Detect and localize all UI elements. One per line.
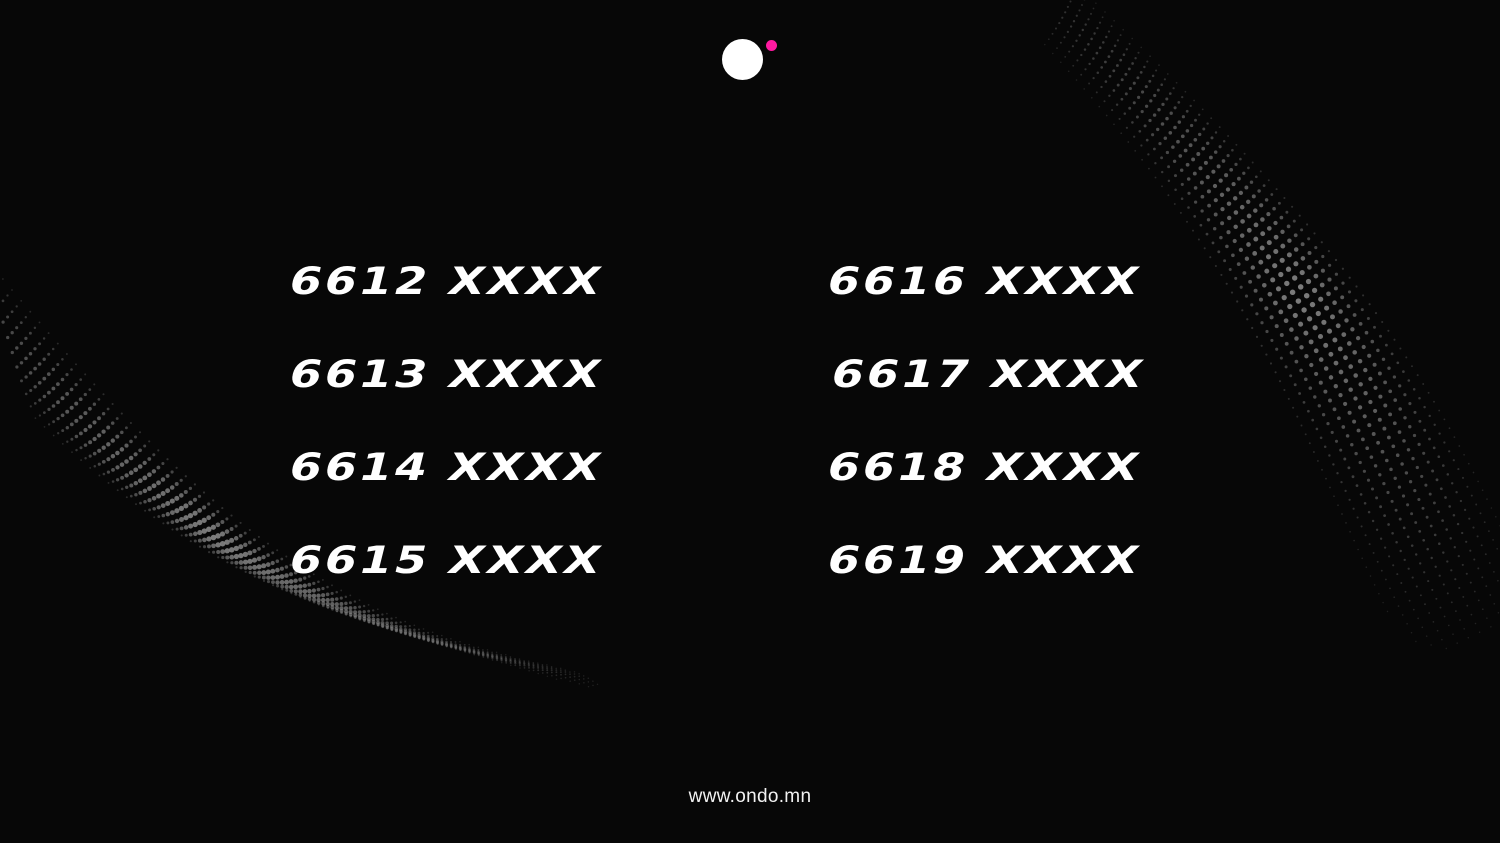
phone-number-6618: 6618 XXXX — [822, 444, 1147, 490]
phone-number-6613: 6613 XXXX — [284, 351, 609, 397]
phone-number-list: 6612 XXXX 6613 XXXX 6614 XXXX 6615 XXXX … — [0, 0, 1500, 843]
phone-number-6616: 6616 XXXX — [822, 258, 1147, 304]
phone-number-6615: 6615 XXXX — [284, 537, 609, 583]
phone-number-6612: 6612 XXXX — [284, 258, 609, 304]
phone-number-6619: 6619 XXXX — [822, 537, 1147, 583]
slide: 6612 XXXX 6613 XXXX 6614 XXXX 6615 XXXX … — [0, 0, 1500, 843]
phone-number-6617: 6617 XXXX — [826, 351, 1151, 397]
website-url[interactable]: www.ondo.mn — [0, 786, 1500, 808]
phone-number-6614: 6614 XXXX — [284, 444, 609, 490]
